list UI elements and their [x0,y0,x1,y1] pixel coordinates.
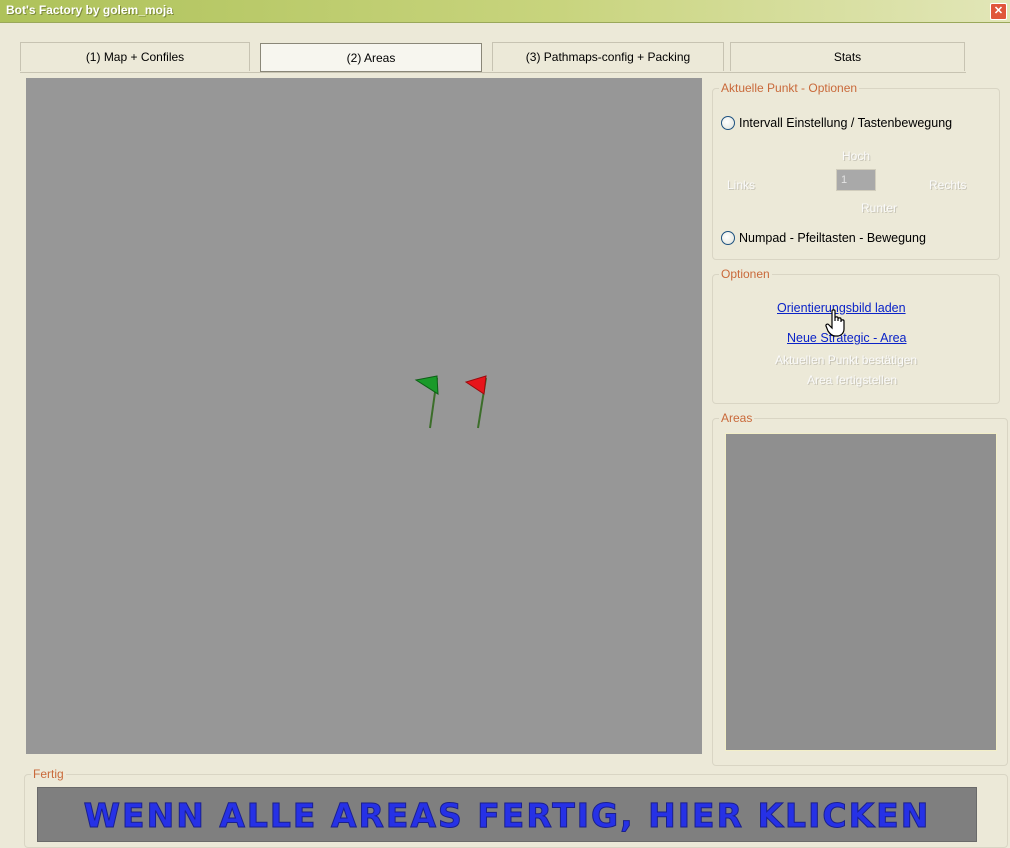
start-flag-icon[interactable] [412,372,448,430]
areas-title: Areas [719,411,755,425]
window-title: Bot's Factory by golem_moja [6,3,173,17]
confirm-point-button[interactable]: Aktuellen Punkt bestätigen [775,353,917,367]
finish-all-areas-button[interactable]: WENN ALLE AREAS FERTIG, HIER KLICKEN [37,787,977,842]
point-options-group: Aktuelle Punkt - Optionen Intervall Eins… [712,81,1000,260]
numpad-radio-label: Numpad - Pfeiltasten - Bewegung [739,231,926,245]
finish-area-button[interactable]: Area fertigstellen [807,373,897,387]
interval-radio-label: Intervall Einstellung / Tastenbewegung [739,116,953,130]
end-flag-icon[interactable] [462,372,498,430]
tab-areas[interactable]: (2) Areas [260,43,482,72]
done-title: Fertig [31,767,66,781]
tab-pathmaps-config[interactable]: (3) Pathmaps-config + Packing [492,42,724,71]
numpad-radio[interactable] [721,231,735,245]
hand-pointer-icon [825,309,845,337]
tab-map-confiles[interactable]: (1) Map + Confiles [20,42,250,71]
options-title: Optionen [719,267,772,281]
areas-list[interactable] [725,433,997,751]
label-left: Links [727,178,756,192]
numpad-radio-row[interactable]: Numpad - Pfeiltasten - Bewegung [721,231,926,245]
tab-stats[interactable]: Stats [730,42,965,71]
tab-bar: (1) Map + Confiles (2) Areas (3) Pathmap… [20,42,970,72]
interval-radio[interactable] [721,116,735,130]
label-up: Hoch [842,149,871,163]
interval-radio-row[interactable]: Intervall Einstellung / Tastenbewegung [721,116,952,130]
options-group: Optionen Orientierungsbild laden Neue St… [712,267,1000,404]
tab-divider [20,72,966,73]
title-bar: Bot's Factory by golem_moja ✕ [0,0,1010,23]
point-options-title: Aktuelle Punkt - Optionen [719,81,860,95]
map-canvas[interactable] [26,78,702,754]
label-down: Runter [861,201,898,215]
interval-input[interactable]: 1 [836,169,876,191]
label-right: Rechts [929,178,967,192]
close-button[interactable]: ✕ [990,3,1007,20]
